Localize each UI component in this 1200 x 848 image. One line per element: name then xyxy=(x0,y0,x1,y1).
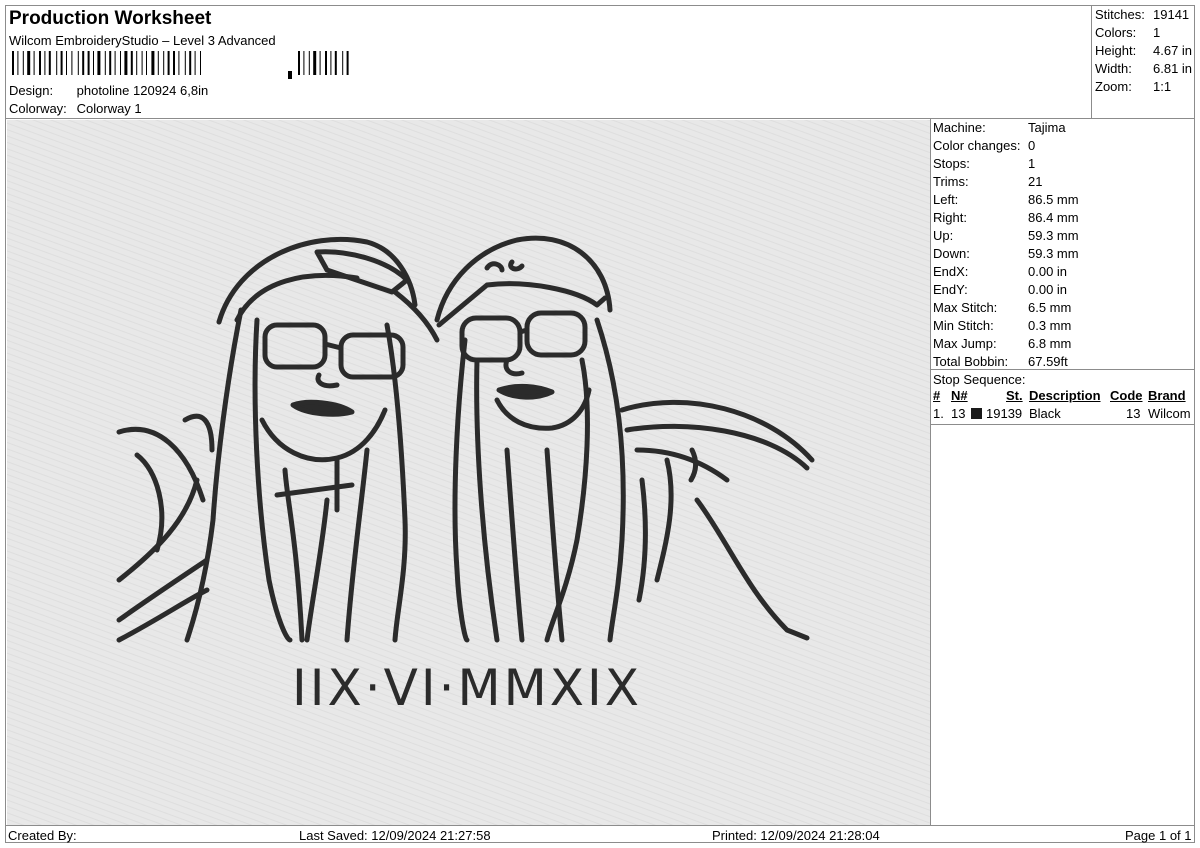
row-code: 13 xyxy=(1126,406,1141,421)
design-row: Design: photoline 120924 6,8in xyxy=(9,83,208,98)
software-subtitle: Wilcom EmbroideryStudio – Level 3 Advanc… xyxy=(9,33,276,48)
machine-info-value: 67.59ft xyxy=(1028,354,1068,369)
page-number: Page 1 of 1 xyxy=(1125,828,1192,843)
last-saved: Last Saved: 12/09/2024 21:27:58 xyxy=(299,828,491,843)
machine-info-label: Total Bobbin: xyxy=(933,354,1009,369)
machine-info-label: Color changes: xyxy=(933,138,1021,153)
header-divider xyxy=(6,118,1195,119)
machine-info-label: Stops: xyxy=(933,156,970,171)
colorway-value: Colorway 1 xyxy=(76,101,142,116)
machine-info-label: Max Jump: xyxy=(933,336,997,351)
machine-info-value: 6.8 mm xyxy=(1028,336,1072,351)
machine-info-label: Left: xyxy=(933,192,959,207)
stitches-label: Stitches: xyxy=(1095,7,1145,22)
height-label: Height: xyxy=(1095,43,1137,58)
height-value: 4.67 in xyxy=(1153,43,1193,58)
col-brand: Brand xyxy=(1148,388,1186,403)
barcode xyxy=(12,51,349,79)
color-swatch xyxy=(971,408,982,419)
col-needle: N# xyxy=(951,388,968,403)
machine-info-value: 6.5 mm xyxy=(1028,300,1072,315)
colorway-label: Colorway: xyxy=(9,101,67,116)
colors-value: 1 xyxy=(1153,25,1161,40)
row-needle: 13 xyxy=(951,406,966,421)
col-stitches: St. xyxy=(1006,388,1023,403)
machine-info-label: Trims: xyxy=(933,174,969,189)
width-value: 6.81 in xyxy=(1153,61,1193,76)
machine-info-value: 0 xyxy=(1028,138,1036,153)
row-description: Black xyxy=(1029,406,1061,421)
row-brand: Wilcom xyxy=(1148,406,1191,421)
fabric-texture xyxy=(7,120,930,825)
stop-sequence-title: Stop Sequence: xyxy=(933,372,1026,387)
col-code: Code xyxy=(1110,388,1143,403)
worksheet-header: Production Worksheet Wilcom EmbroiderySt… xyxy=(6,6,1091,118)
machine-info-label: Up: xyxy=(933,228,954,243)
machine-info-label: Min Stitch: xyxy=(933,318,994,333)
row-stitches: 19139 xyxy=(986,406,1023,421)
stop-divider-bottom xyxy=(931,424,1195,425)
width-label: Width: xyxy=(1095,61,1132,76)
page-title: Production Worksheet xyxy=(9,8,212,29)
colorway-row: Colorway: Colorway 1 xyxy=(9,101,142,116)
summary-panel: Stitches: 19141 Colors: 1 Height: 4.67 i… xyxy=(1091,6,1195,118)
zoom-value: 1:1 xyxy=(1153,79,1172,94)
machine-info-value: 21 xyxy=(1028,174,1043,189)
machine-info-panel: Machine: Tajima Color changes: 0 Stops: 1 Trim… xyxy=(931,120,1195,825)
machine-info-label: Machine: xyxy=(933,120,986,135)
stop-divider-top xyxy=(931,369,1195,370)
machine-info-label: EndY: xyxy=(933,282,968,297)
machine-info-value: 0.3 mm xyxy=(1028,318,1072,333)
machine-info-label: Down: xyxy=(933,246,970,261)
worksheet-footer: Created By: Last Saved: 12/09/2024 21:27… xyxy=(6,825,1195,843)
col-number: # xyxy=(933,388,941,403)
created-by: Created By: xyxy=(8,828,77,843)
design-preview: IIX·VI·MMXIX xyxy=(7,120,930,825)
machine-info-label: EndX: xyxy=(933,264,969,279)
design-label: Design: xyxy=(9,83,54,98)
zoom-label: Zoom: xyxy=(1095,79,1132,94)
machine-info-label: Max Stitch: xyxy=(933,300,998,315)
machine-info-value: 0.00 in xyxy=(1028,282,1068,297)
machine-info-value: 1 xyxy=(1028,156,1036,171)
machine-info-label: Right: xyxy=(933,210,967,225)
stitches-value: 19141 xyxy=(1153,7,1190,22)
machine-info-value: 0.00 in xyxy=(1028,264,1068,279)
date-caption: IIX·VI·MMXIX xyxy=(292,659,642,717)
machine-info-value: Tajima xyxy=(1028,120,1066,135)
row-number: 1. xyxy=(933,406,944,421)
machine-info-value: 59.3 mm xyxy=(1028,246,1079,261)
machine-info-value: 86.5 mm xyxy=(1028,192,1079,207)
design-value: photoline 120924 6,8in xyxy=(76,83,209,98)
colors-label: Colors: xyxy=(1095,25,1137,40)
printed-date: Printed: 12/09/2024 21:28:04 xyxy=(712,828,880,843)
col-description: Description xyxy=(1029,388,1101,403)
machine-info-value: 59.3 mm xyxy=(1028,228,1079,243)
embroidery-preview: IIX·VI·MMXIX xyxy=(7,120,930,825)
machine-info-value: 86.4 mm xyxy=(1028,210,1079,225)
